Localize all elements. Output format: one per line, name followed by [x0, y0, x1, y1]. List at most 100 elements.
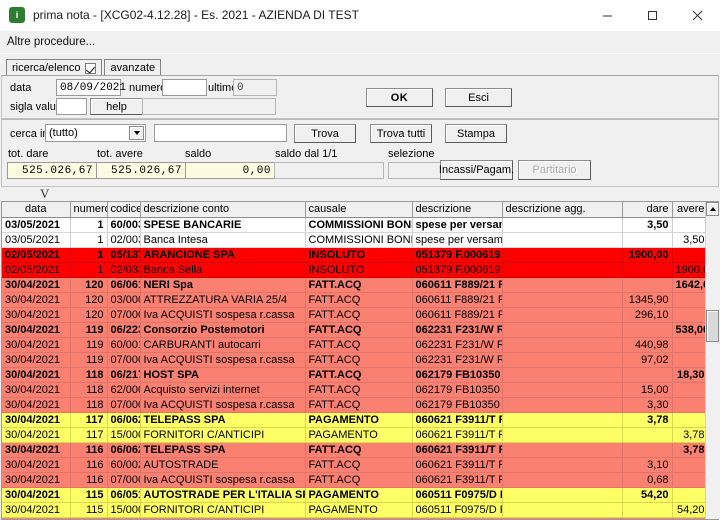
cell-dare: 3,78 — [622, 412, 673, 428]
tab-avanzate[interactable]: avanzate — [104, 59, 162, 76]
maximize-icon[interactable] — [630, 0, 675, 31]
cell-dare: 15,00 — [622, 382, 673, 398]
table-row[interactable]: 30/04/202111515/0006FORNITORI C/ANTICIPI… — [2, 502, 705, 518]
table-row[interactable]: 30/04/202111807/0007Iva ACQUISTI sospesa… — [2, 397, 705, 413]
cell-numero: 120 — [70, 277, 108, 293]
cell-data: 02/05/2021 — [2, 247, 71, 263]
table-row[interactable]: 30/04/202111406/0511AUTOSTRADE PER L'ITA… — [2, 517, 705, 519]
cell-avere: 3,78 — [672, 427, 705, 443]
cell-data: 30/04/2021 — [2, 487, 71, 503]
cell-descrizione: 060621 F3911/T R00 — [412, 457, 503, 473]
table-row[interactable]: 30/04/202111906/2231Consorzio Postemotor… — [2, 322, 705, 338]
cell-descrizione_agg — [502, 232, 623, 248]
cell-numero: 119 — [70, 337, 108, 353]
column-header-descrizione[interactable]: descrizione — [412, 202, 503, 218]
cell-descrizione_conto: Banca Intesa — [140, 232, 306, 248]
cell-descrizione_conto: Iva ACQUISTI sospesa r.cassa — [140, 397, 306, 413]
grid-table: data numero codice descrizione conto cau… — [2, 202, 705, 519]
trova-tutti-button[interactable]: Trova tutti — [370, 124, 432, 143]
cell-descrizione_agg — [502, 442, 623, 458]
saldo-label: saldo — [185, 148, 212, 160]
table-row[interactable]: 02/05/2021102/0333Banca SellaINSOLUTO051… — [2, 262, 705, 278]
table-row[interactable]: 30/04/202111706/0621TELEPASS SPAPAGAMENT… — [2, 412, 705, 428]
scroll-up-icon[interactable] — [706, 202, 719, 216]
cell-descrizione_agg — [502, 277, 623, 293]
minimize-icon[interactable] — [585, 0, 630, 31]
table-row[interactable]: 30/04/202111607/0007Iva ACQUISTI sospesa… — [2, 472, 705, 488]
table-row[interactable]: 02/05/2021105/1379ARANCIONE SPAINSOLUTO0… — [2, 247, 705, 263]
table-row[interactable]: 30/04/202112007/0007Iva ACQUISTI sospesa… — [2, 307, 705, 323]
incassi-pagamenti-button[interactable]: Incassi/Pagam. — [439, 160, 514, 180]
column-header-descrizione-agg[interactable]: descrizione agg. — [502, 202, 623, 218]
table-row[interactable]: 30/04/202111606/0621TELEPASS SPAFATT.ACQ… — [2, 442, 705, 458]
column-header-codice[interactable]: codice — [107, 202, 141, 218]
search-query-input[interactable] — [154, 124, 287, 142]
table-row[interactable]: 30/04/202111506/0511AUTOSTRADE PER L'ITA… — [2, 487, 705, 503]
grid-header: data numero codice descrizione conto cau… — [2, 202, 705, 218]
table-row[interactable]: 30/04/202112006/0611NERI SpaFATT.ACQ0606… — [2, 277, 705, 293]
cell-dare: 97,02 — [622, 352, 673, 368]
cell-numero: 114 — [70, 517, 108, 519]
cell-numero: 115 — [70, 487, 108, 503]
trova-button[interactable]: Trova — [294, 124, 356, 143]
chevron-down-icon[interactable] — [129, 126, 144, 140]
grid-body: 03/05/2021160/0036SPESE BANCARIECOMMISSI… — [2, 217, 705, 519]
cell-descrizione_conto: TELEPASS SPA — [140, 412, 306, 428]
tot-dare-value: 525.026,67 — [7, 162, 97, 179]
cell-dare — [622, 367, 673, 383]
cell-numero: 115 — [70, 502, 108, 518]
table-row[interactable]: 03/05/2021102/0033Banca IntesaCOMMISSION… — [2, 232, 705, 248]
table-row[interactable]: 30/04/202111960/0011CARBURANTI autocarri… — [2, 337, 705, 353]
help-button[interactable]: help — [90, 98, 143, 115]
esci-button[interactable]: Esci — [445, 88, 512, 107]
table-row[interactable]: 30/04/202112003/0006ATTREZZATURA VARIA 2… — [2, 292, 705, 308]
column-header-avere[interactable]: avere — [672, 202, 705, 218]
grid-vertical-scrollbar[interactable] — [705, 202, 719, 519]
column-header-data[interactable]: data — [2, 202, 71, 218]
table-row[interactable]: 30/04/202111862/0002Acquisto servizi int… — [2, 382, 705, 398]
table-row[interactable]: 30/04/202111715/0006FORNITORI C/ANTICIPI… — [2, 427, 705, 443]
cell-descrizione: 062179 FB10350 R00 — [412, 367, 503, 383]
stampa-button[interactable]: Stampa — [445, 124, 507, 143]
column-header-descrizione-conto[interactable]: descrizione conto — [140, 202, 306, 218]
grid-viewport[interactable]: data numero codice descrizione conto cau… — [2, 202, 705, 519]
table-row[interactable]: 03/05/2021160/0036SPESE BANCARIECOMMISSI… — [2, 217, 705, 233]
ok-button[interactable]: OK — [366, 88, 433, 107]
cell-data: 30/04/2021 — [2, 382, 71, 398]
cell-codice: 06/0511 — [107, 487, 141, 503]
tab-ricerca-elenco[interactable]: ricerca/elenco — [6, 59, 103, 76]
cell-dare: 3,50 — [622, 217, 673, 233]
cell-avere — [672, 382, 705, 398]
data-input[interactable]: 08/09/2021 — [56, 79, 126, 96]
column-header-causale[interactable]: causale — [305, 202, 413, 218]
close-icon[interactable] — [675, 0, 720, 31]
cell-descrizione: 060621 F3911/T R00 — [412, 442, 503, 458]
tab-avanzate-label: avanzate — [110, 62, 156, 74]
cell-descrizione_agg — [502, 247, 623, 263]
column-header-dare[interactable]: dare — [622, 202, 673, 218]
cell-numero: 116 — [70, 442, 108, 458]
numero-input[interactable] — [162, 79, 207, 96]
cell-causale: COMMISSIONI BONIFICO — [305, 232, 413, 248]
table-row[interactable]: 30/04/202111806/2179HOST SPAFATT.ACQ0621… — [2, 367, 705, 383]
cell-codice: 03/0006 — [107, 292, 141, 308]
scroll-thumb[interactable] — [706, 310, 719, 342]
cell-descrizione: 060611 F889/21 R00 — [412, 307, 503, 323]
cerca-in-select[interactable]: (tutto) — [45, 124, 146, 142]
table-row[interactable]: 30/04/202111660/0021AUTOSTRADEFATT.ACQ06… — [2, 457, 705, 473]
checkbox-icon[interactable] — [85, 62, 97, 74]
menu-item-altre-procedure[interactable]: Altre procedure... — [0, 36, 101, 48]
grid-header-row: data numero codice descrizione conto cau… — [2, 202, 705, 218]
table-row[interactable]: 30/04/202111907/0007Iva ACQUISTI sospesa… — [2, 352, 705, 368]
column-header-numero[interactable]: numero — [70, 202, 108, 218]
cell-descrizione: 060511 F0975/D R00 — [412, 502, 503, 518]
window-title: prima nota - [XCG02-4.12.28] - Es. 2021 … — [33, 8, 359, 22]
cell-causale: FATT.ACQ — [305, 382, 413, 398]
cell-causale: FATT.ACQ — [305, 517, 413, 519]
cell-causale: FATT.ACQ — [305, 307, 413, 323]
cell-descrizione_conto: FORNITORI C/ANTICIPI — [140, 427, 306, 443]
cell-avere: 538,00 — [672, 322, 705, 338]
cell-descrizione: 051379 F.000619 31/ — [412, 247, 503, 263]
sigla-valuta-input[interactable] — [56, 98, 87, 115]
cell-descrizione: 060621 F3911/T R00 — [412, 427, 503, 443]
